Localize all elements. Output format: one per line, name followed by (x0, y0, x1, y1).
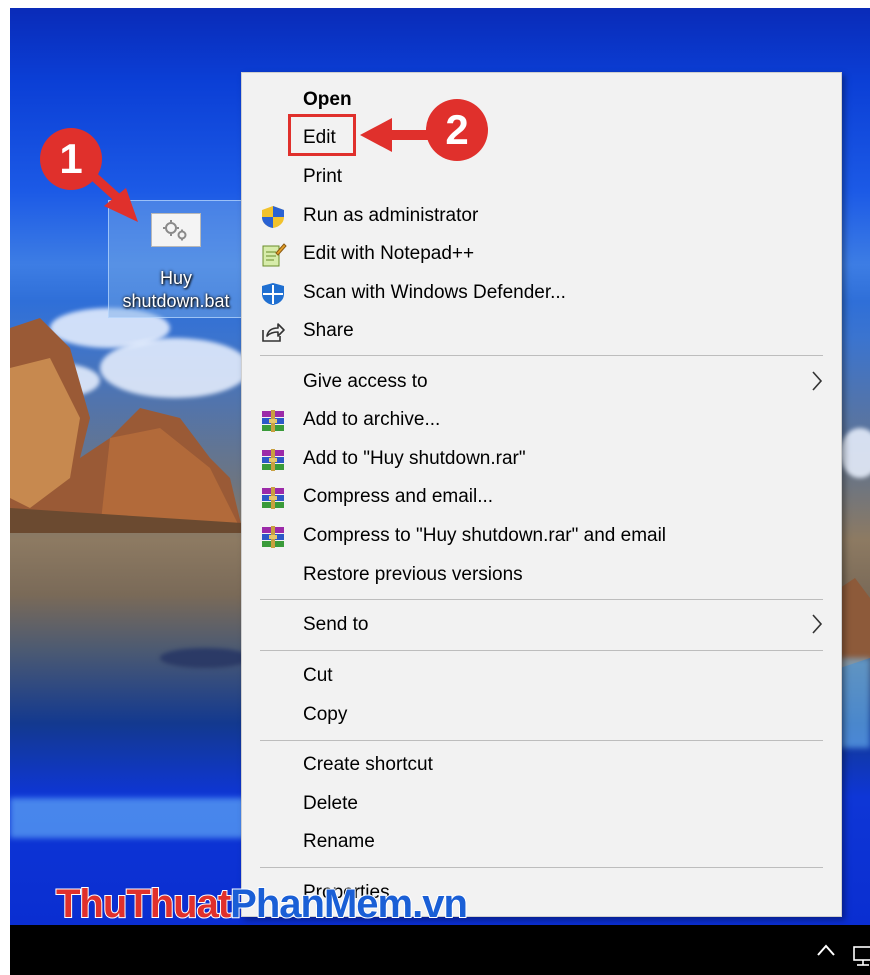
rock-formation (840, 578, 870, 668)
uac-shield-icon (259, 205, 287, 229)
menu-separator (260, 599, 823, 600)
menu-item-label: Delete (303, 793, 358, 814)
menu-item-run-as-administrator[interactable]: Run as administrator (242, 197, 841, 236)
menu-separator (260, 355, 823, 356)
menu-item-label: Add to archive... (303, 409, 441, 430)
rock-formation (10, 318, 242, 533)
menu-item-label: Create shortcut (303, 754, 433, 775)
menu-item-edit-with-notepad-plus-plus[interactable]: Edit with Notepad++ (242, 235, 841, 274)
winrar-icon (259, 486, 287, 510)
winrar-icon (259, 409, 287, 433)
menu-item-label: Open (303, 89, 352, 110)
water-reflection (10, 798, 250, 838)
menu-item-compress-to-rar-and-email[interactable]: Compress to "Huy shutdown.rar" and email (242, 517, 841, 556)
menu-item-label: Compress and email... (303, 486, 494, 507)
chevron-right-icon (811, 370, 823, 392)
menu-item-label: Rename (303, 831, 375, 852)
edit-highlight-box (288, 114, 356, 156)
menu-item-print[interactable]: Print (242, 158, 841, 197)
menu-item-rename[interactable]: Rename (242, 823, 841, 862)
menu-item-cut[interactable]: Cut (242, 657, 841, 696)
menu-item-label: Scan with Windows Defender... (303, 282, 566, 303)
menu-item-label: Add to "Huy shutdown.rar" (303, 448, 526, 469)
menu-item-add-to-archive[interactable]: Add to archive... (242, 401, 841, 440)
watermark-logo: ThuThuatPhanMem.vn (55, 881, 469, 934)
menu-item-scan-with-windows-defender[interactable]: Scan with Windows Defender... (242, 274, 841, 313)
context-menu: Open Edit Print Run as administrator Edi (241, 72, 842, 917)
annotation-badge-1: 1 (40, 128, 102, 190)
menu-item-delete[interactable]: Delete (242, 785, 841, 824)
batch-file-gear-icon (151, 213, 201, 247)
water-reflection (840, 658, 870, 748)
watermark-part-2: PhanMem.vn (229, 881, 469, 927)
menu-item-give-access-to[interactable]: Give access to (242, 363, 841, 402)
menu-item-label: Edit with Notepad++ (303, 243, 475, 264)
chevron-right-icon (811, 613, 823, 635)
menu-item-label: Give access to (303, 371, 428, 392)
desktop-icon-label: Huy shutdown.bat (122, 268, 230, 311)
menu-item-label: Cut (303, 665, 333, 686)
menu-item-restore-previous-versions[interactable]: Restore previous versions (242, 556, 841, 595)
sand-shadow (160, 648, 250, 668)
menu-item-label: Restore previous versions (303, 564, 523, 585)
share-icon (259, 320, 287, 344)
menu-item-create-shortcut[interactable]: Create shortcut (242, 746, 841, 785)
menu-item-add-to-rar[interactable]: Add to "Huy shutdown.rar" (242, 440, 841, 479)
winrar-icon (259, 525, 287, 549)
winrar-icon (259, 448, 287, 472)
menu-item-compress-and-email[interactable]: Compress and email... (242, 478, 841, 517)
watermark-part-1: ThuThuat (55, 881, 232, 927)
menu-separator (260, 650, 823, 651)
cloud (840, 428, 870, 478)
menu-item-send-to[interactable]: Send to (242, 606, 841, 645)
menu-item-label: Copy (303, 704, 348, 725)
menu-item-label: Run as administrator (303, 205, 479, 226)
menu-separator (260, 740, 823, 741)
windows-defender-icon (259, 282, 287, 306)
menu-item-label: Print (303, 166, 343, 187)
menu-item-label: Compress to "Huy shutdown.rar" and email (303, 525, 667, 546)
annotation-badge-2: 2 (426, 99, 488, 161)
menu-item-share[interactable]: Share (242, 312, 841, 351)
menu-separator (260, 867, 823, 868)
chevron-up-icon[interactable] (816, 943, 836, 957)
network-icon[interactable] (852, 945, 870, 969)
menu-item-label: Send to (303, 614, 369, 635)
notepad-plus-plus-icon (259, 243, 287, 267)
menu-item-copy[interactable]: Copy (242, 696, 841, 735)
menu-item-label: Share (303, 320, 354, 341)
